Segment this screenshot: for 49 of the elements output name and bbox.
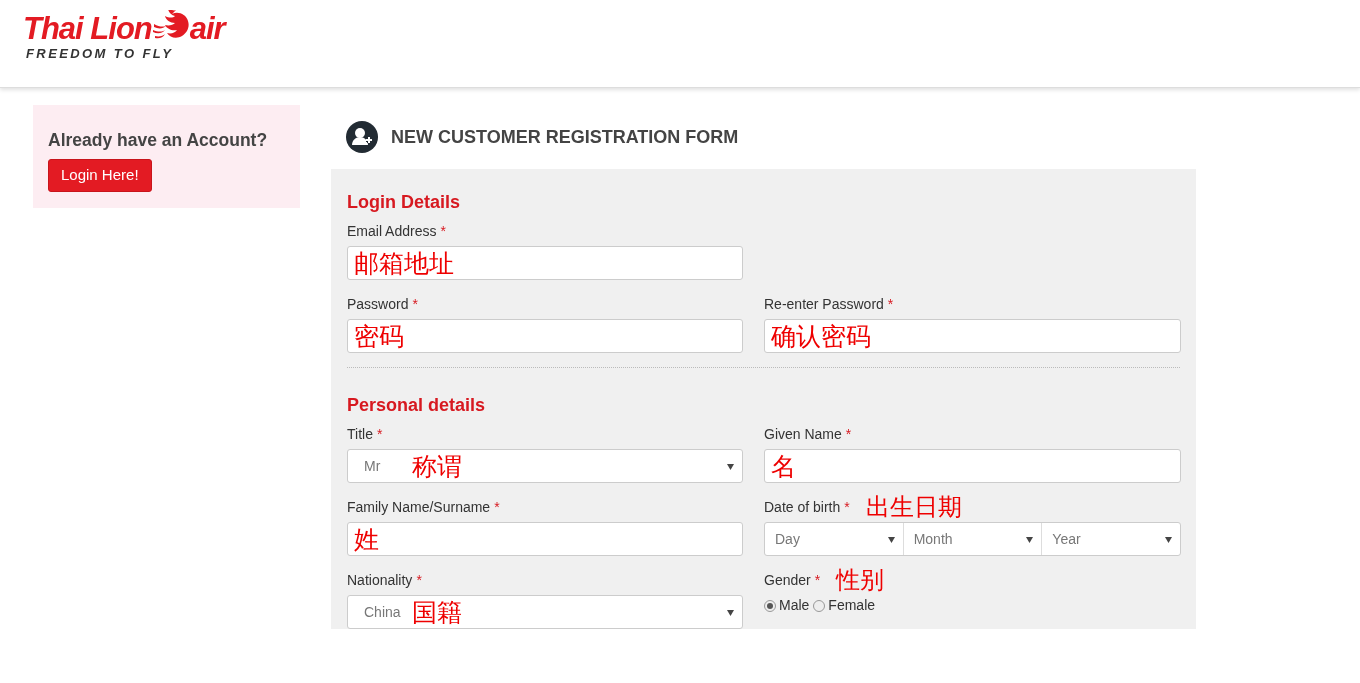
field-label: Title — [347, 424, 373, 444]
field-label: Password — [347, 294, 409, 314]
section-title: Login Details — [347, 191, 461, 214]
annotation-text: 密码 — [354, 323, 404, 349]
required-mark: * — [887, 294, 894, 314]
add-user-icon — [346, 121, 378, 153]
caret-icon — [727, 464, 734, 470]
radio-button[interactable] — [813, 599, 826, 612]
text-field[interactable]: 确认密码 — [764, 319, 1181, 353]
logo-text: air — [189, 13, 225, 44]
text-field[interactable]: 姓 — [347, 522, 743, 556]
required-mark: * — [376, 424, 383, 444]
login-prompt: Already have an Account? — [48, 129, 269, 152]
required-mark: * — [494, 497, 500, 517]
annotation-text: 性别 — [836, 568, 885, 592]
field-label: Date of birth — [764, 497, 841, 517]
section-title: Personal details — [347, 394, 487, 417]
field-label: Gender — [764, 570, 811, 590]
field-label: Family Name/Surname — [347, 497, 491, 517]
login-button[interactable]: Login Here! — [48, 159, 152, 192]
radio-button[interactable] — [764, 599, 776, 612]
required-mark: * — [412, 294, 418, 314]
text-field[interactable]: 密码 — [347, 319, 743, 353]
field-label: Nationality — [347, 570, 413, 590]
required-mark: * — [440, 221, 446, 241]
required-mark: * — [845, 424, 852, 444]
annotation-text: 国籍 — [412, 599, 462, 625]
select-field[interactable]: China 国籍 — [347, 595, 743, 629]
caret-icon — [727, 610, 734, 616]
annotation-text: 确认密码 — [771, 323, 871, 349]
annotation-text: 名 — [771, 453, 796, 479]
text-field[interactable]: 邮箱地址 — [347, 246, 743, 280]
field-label: Email Address — [347, 221, 437, 241]
required-mark: * — [844, 497, 850, 517]
field-label: Given Name — [764, 424, 842, 444]
select-field[interactable]: Mr 称谓 — [347, 449, 743, 483]
logo-tagline: FREEDOM TO FLY — [26, 45, 175, 63]
logo-text: Thai Lion — [23, 13, 152, 44]
radio-option[interactable]: Female — [813, 595, 876, 616]
text-field[interactable]: 名 — [764, 449, 1181, 483]
radio-option[interactable]: Male — [764, 595, 810, 616]
annotation-text: 称谓 — [412, 453, 462, 479]
annotation-text: 邮箱地址 — [354, 250, 454, 276]
annotation-text: 出生日期 — [865, 495, 962, 519]
required-mark: * — [416, 570, 422, 590]
field-label: Re-enter Password — [764, 294, 884, 314]
required-mark: * — [814, 570, 821, 590]
form-title: NEW CUSTOMER REGISTRATION FORM — [391, 125, 739, 149]
annotation-text: 姓 — [354, 526, 379, 552]
